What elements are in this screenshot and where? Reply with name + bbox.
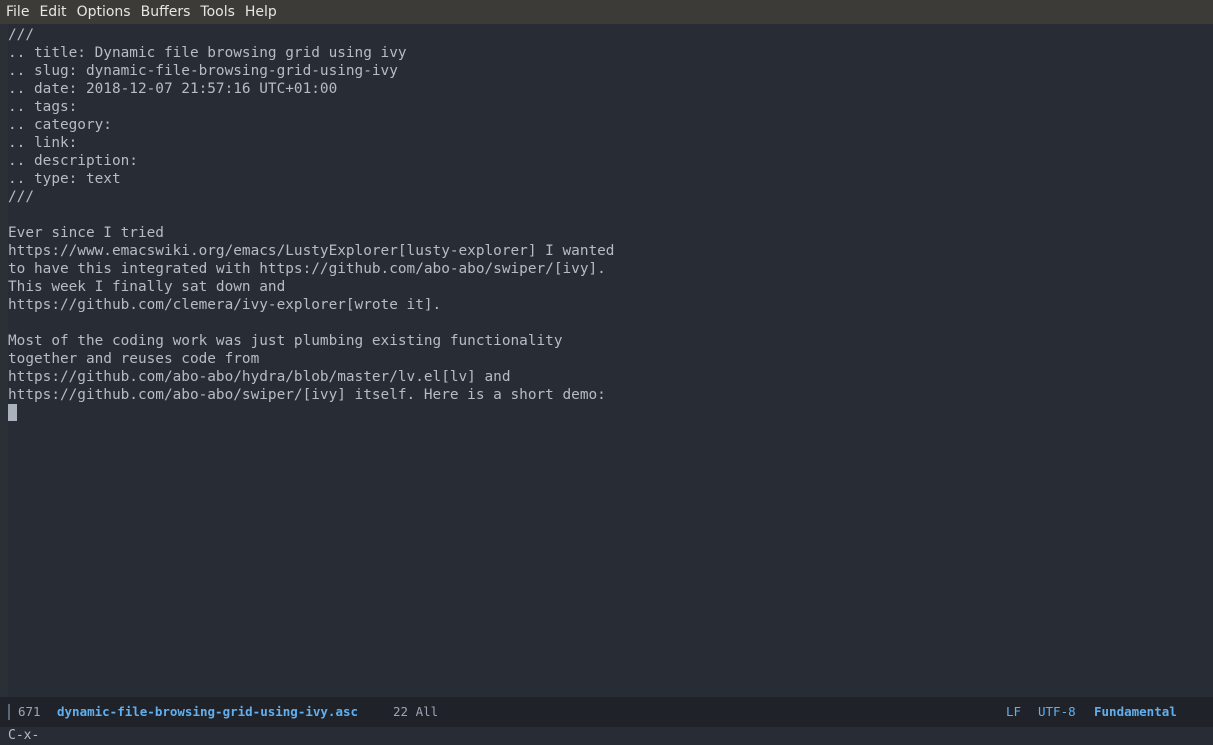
text-cursor: [8, 404, 17, 421]
major-mode[interactable]: Fundamental: [1094, 697, 1177, 727]
menu-bar: File Edit Options Buffers Tools Help: [0, 0, 1213, 24]
menu-file[interactable]: File: [2, 0, 33, 24]
cursor-position: 22 All: [393, 704, 439, 719]
minibuffer[interactable]: C-x-: [0, 727, 1213, 745]
menu-tools[interactable]: Tools: [196, 0, 239, 24]
menu-options[interactable]: Options: [73, 0, 135, 24]
buffer-text[interactable]: /// .. title: Dynamic file browsing grid…: [8, 26, 614, 404]
buffer-size: 671: [18, 704, 41, 719]
mode-line: 671 dynamic-file-browsing-grid-using-ivy…: [0, 697, 1213, 727]
modeline-indicator-bar: [8, 704, 10, 720]
buffer-name[interactable]: dynamic-file-browsing-grid-using-ivy.asc: [57, 697, 358, 727]
encoding-indicator[interactable]: UTF-8: [1038, 697, 1076, 727]
eol-indicator[interactable]: LF: [1006, 697, 1021, 727]
menu-buffers[interactable]: Buffers: [137, 0, 195, 24]
menu-help[interactable]: Help: [241, 0, 281, 24]
editor-area[interactable]: /// .. title: Dynamic file browsing grid…: [0, 24, 1213, 697]
menu-edit[interactable]: Edit: [35, 0, 70, 24]
left-fringe: [0, 24, 8, 697]
minibuffer-text: C-x-: [8, 728, 40, 743]
